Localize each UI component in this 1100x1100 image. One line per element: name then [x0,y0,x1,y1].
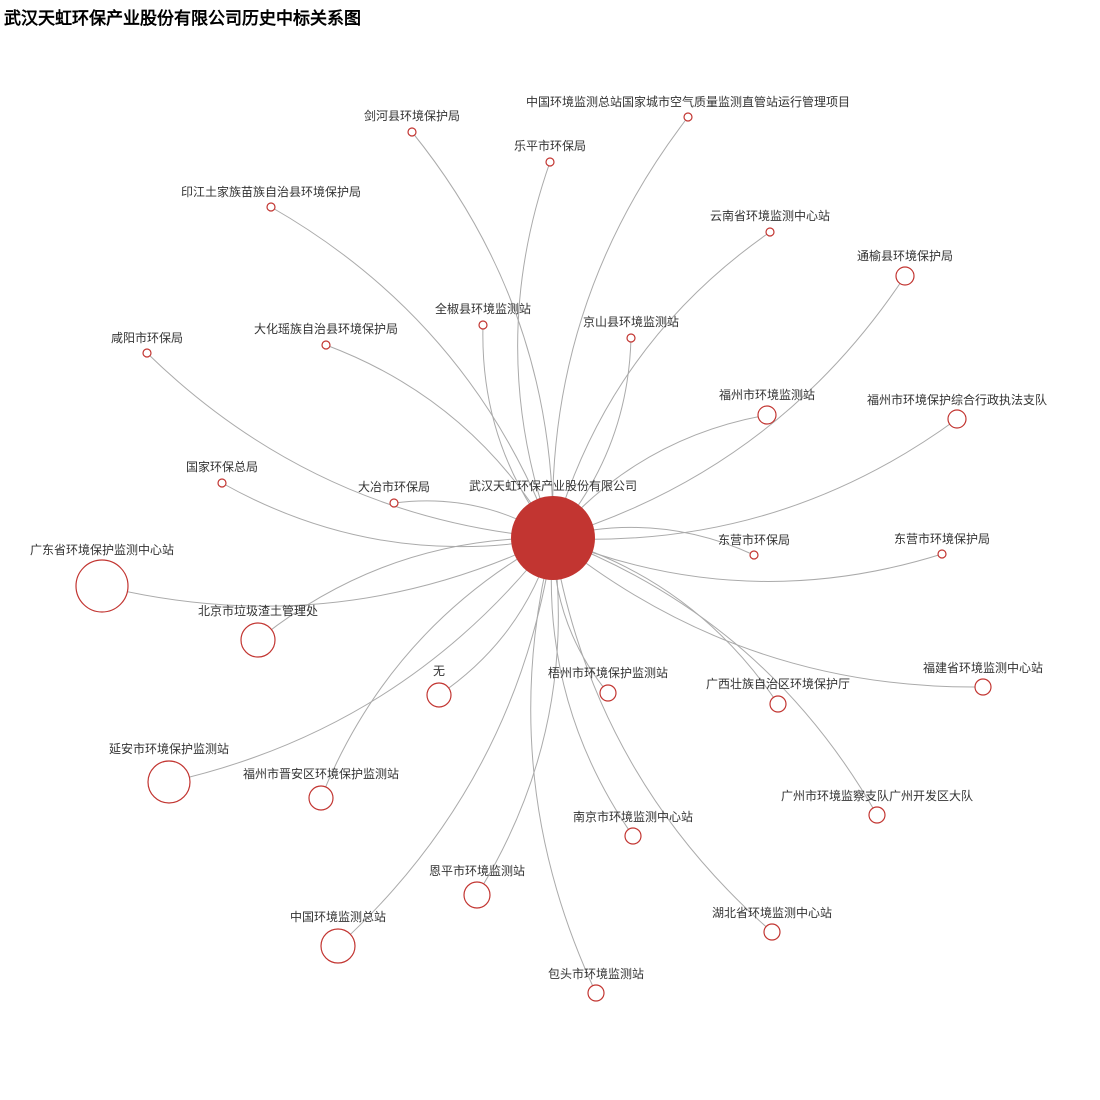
graph-node[interactable] [463,881,491,909]
graph-edge [257,537,554,641]
graph-node[interactable] [240,622,276,658]
graph-node[interactable] [626,333,636,343]
relationship-graph: 中国环境监测总站国家城市空气质量监测直管站运行管理项目剑河县环境保护局乐平市环保… [30,94,1047,1002]
graph-node[interactable] [947,409,967,429]
graph-node[interactable] [407,127,417,137]
graph-node[interactable] [545,157,555,167]
graph-edge [550,537,634,837]
graph-node[interactable] [749,550,759,560]
node-label: 云南省环境监测中心站 [710,208,830,223]
node-label: 印江土家族苗族自治县环境保护局 [181,184,361,199]
node-label: 大冶市环保局 [358,479,430,494]
graph-node[interactable] [142,348,152,358]
graph-node[interactable] [895,266,915,286]
node-label: 中国环境监测总站 [290,909,386,924]
graph-node[interactable] [763,923,781,941]
node-label: 恩平市环境监测站 [429,863,525,878]
graph-node[interactable] [757,405,777,425]
node-label: 中国环境监测总站国家城市空气质量监测直管站运行管理项目 [526,94,850,109]
node-label: 延安市环境保护监测站 [109,741,229,756]
node-label: 福州市环境监测站 [719,387,815,402]
graph-node[interactable] [217,478,227,488]
graph-node[interactable] [974,678,992,696]
graph-node[interactable] [868,806,886,824]
node-label: 福州市环境保护综合行政执法支队 [867,392,1047,407]
graph-edge [337,537,554,947]
graph-node[interactable] [478,320,488,330]
node-label: 通榆县环境保护局 [857,248,953,263]
node-label: 北京市垃圾渣土管理处 [198,603,318,618]
node-label: 包头市环境监测站 [548,966,644,981]
node-label: 京山县环境监测站 [583,314,679,329]
graph-edge [552,537,773,933]
graph-node[interactable] [147,760,191,804]
graph-node[interactable] [937,549,947,559]
node-label: 湖北省环境监测中心站 [712,905,832,920]
graph-node[interactable] [321,340,331,350]
graph-node[interactable] [308,785,334,811]
node-label: 南京市环境监测中心站 [573,809,693,824]
graph-node[interactable] [320,928,356,964]
node-label: 全椒县环境监测站 [435,301,531,316]
graph-node[interactable] [426,682,452,708]
node-label: 东营市环保局 [718,532,790,547]
graph-node[interactable] [769,695,787,713]
graph-edge [325,344,554,539]
graph-node[interactable] [587,984,605,1002]
node-label: 剑河县环境保护局 [364,108,460,123]
node-label: 广州市环境监察支队广州开发区大队 [781,788,973,803]
node-layer [75,112,992,1002]
graph-edge [476,537,559,896]
graph-node[interactable] [683,112,693,122]
node-label: 咸阳市环保局 [111,330,183,345]
center-node-label: 武汉天虹环保产业股份有限公司 [469,479,637,493]
node-label: 乐平市环保局 [514,138,586,153]
graph-node[interactable] [599,684,617,702]
node-label: 广西壮族自治区环境保护厅 [706,676,850,691]
graph-node[interactable] [266,202,276,212]
graph-node[interactable] [624,827,642,845]
node-label: 福州市晋安区环境保护监测站 [243,766,399,781]
node-label: 东营市环境保护局 [894,531,990,546]
graph-node[interactable] [389,498,399,508]
node-label: 无 [433,664,445,678]
node-label: 福建省环境监测中心站 [923,660,1043,675]
node-label: 国家环保总局 [186,459,258,474]
graph-node[interactable] [75,559,129,613]
center-node[interactable] [511,496,595,580]
node-label: 大化瑶族自治县环境保护局 [254,321,398,336]
node-label: 梧州市环境保护监测站 [548,665,668,680]
node-label: 广东省环境保护监测中心站 [30,542,174,557]
graph-node[interactable] [765,227,775,237]
